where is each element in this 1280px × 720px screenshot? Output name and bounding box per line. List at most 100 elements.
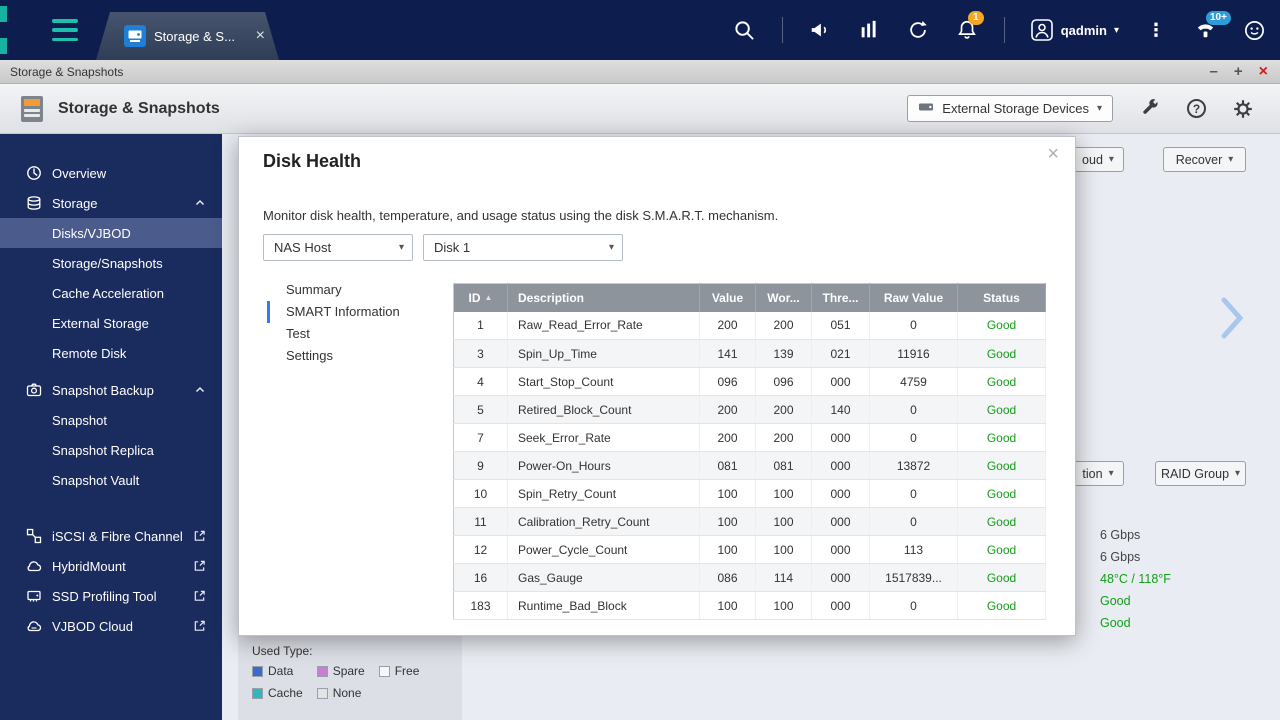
smart-table-row[interactable]: 9Power-On_Hours08108100013872Good <box>454 452 1046 480</box>
sidebar-item-ssd-profiling-tool[interactable]: SSD Profiling Tool <box>0 581 222 611</box>
sidebar-item-snapshot-backup[interactable]: Snapshot Backup <box>0 375 222 405</box>
column-header-id[interactable]: ID▲ <box>454 284 508 312</box>
cell-raw: 0 <box>870 508 958 536</box>
next-page-icon[interactable] <box>1220 296 1244 345</box>
sidebar-item-remote-disk[interactable]: Remote Disk <box>0 338 222 368</box>
sidebar-item-snapshot-replica[interactable]: Snapshot Replica <box>0 435 222 465</box>
dialog-tab-summary[interactable]: Summary <box>267 279 447 301</box>
external-storage-devices-button[interactable]: External Storage Devices ▾ <box>907 95 1113 122</box>
cell-desc: Spin_Up_Time <box>508 340 700 368</box>
smart-table-row[interactable]: 10Spin_Retry_Count1001000000Good <box>454 480 1046 508</box>
recover-button[interactable]: Recover ▾ <box>1163 147 1246 172</box>
dialog-description: Monitor disk health, temperature, and us… <box>263 208 778 223</box>
column-header-raw-value[interactable]: Raw Value <box>870 284 958 312</box>
disk-status-values: 6 Gbps6 Gbps48°C / 118°FGoodGood <box>1100 524 1171 634</box>
sidebar-item-overview[interactable]: Overview <box>0 158 222 188</box>
assistant-icon[interactable] <box>1242 18 1266 42</box>
screen: Storage & S... × 1 <box>0 0 1280 720</box>
disk-select[interactable]: Disk 1 ▾ <box>423 234 623 261</box>
ssd-icon <box>26 588 42 604</box>
cell-desc: Start_Stop_Count <box>508 368 700 396</box>
cell-thresh: 000 <box>812 592 870 620</box>
column-header-thre[interactable]: Thre... <box>812 284 870 312</box>
smart-table-row[interactable]: 7Seek_Error_Rate2002000000Good <box>454 424 1046 452</box>
sidebar-item-label: Snapshot Vault <box>52 473 139 488</box>
chevron-up-icon[interactable] <box>194 384 206 396</box>
smart-table-row[interactable]: 1Raw_Read_Error_Rate2002000510Good <box>454 312 1046 340</box>
maximize-icon[interactable]: + <box>1234 64 1243 79</box>
sidebar-item-disks-vjbod[interactable]: Disks/VJBOD <box>0 218 222 248</box>
cell-raw: 0 <box>870 396 958 424</box>
column-header-description[interactable]: Description <box>508 284 700 312</box>
smart-table-row[interactable]: 183Runtime_Bad_Block1001000000Good <box>454 592 1046 620</box>
main-menu-icon[interactable] <box>52 19 78 41</box>
search-icon[interactable] <box>733 18 757 42</box>
sidebar-item-snapshot[interactable]: Snapshot <box>0 405 222 435</box>
minimize-icon[interactable]: – <box>1210 64 1218 79</box>
recycle-bin-icon[interactable] <box>906 18 930 42</box>
sidebar-item-external-storage[interactable]: External Storage <box>0 308 222 338</box>
action-button-partial[interactable]: tion ▾ <box>1072 461 1124 486</box>
cell-value: 141 <box>700 340 756 368</box>
external-drive-icon <box>918 99 934 118</box>
announcement-icon[interactable] <box>808 18 832 42</box>
sidebar-item-label: Storage/Snapshots <box>52 256 163 271</box>
dialog-tab-test[interactable]: Test <box>267 323 447 345</box>
chevron-up-icon[interactable] <box>194 197 206 209</box>
smart-table-row[interactable]: 3Spin_Up_Time14113902111916Good <box>454 340 1046 368</box>
sidebar-item-storage-snapshots[interactable]: Storage/Snapshots <box>0 248 222 278</box>
cell-id: 11 <box>454 508 508 536</box>
window-close-icon[interactable]: × <box>1259 64 1268 80</box>
smart-table-row[interactable]: 11Calibration_Retry_Count1001000000Good <box>454 508 1046 536</box>
nas-host-select[interactable]: NAS Host ▾ <box>263 234 413 261</box>
cell-value: 096 <box>700 368 756 396</box>
cell-raw: 11916 <box>870 340 958 368</box>
settings-gear-icon[interactable] <box>1232 98 1254 120</box>
tools-icon[interactable] <box>1139 98 1161 120</box>
app-tab-storage-snapshots[interactable]: Storage & S... × <box>96 12 279 60</box>
brand-accent <box>0 6 7 22</box>
smart-table-row[interactable]: 4Start_Stop_Count0960960004759Good <box>454 368 1046 396</box>
column-header-value[interactable]: Value <box>700 284 756 312</box>
dialog-tab-settings[interactable]: Settings <box>267 345 447 367</box>
smart-table-row[interactable]: 5Retired_Block_Count2002001400Good <box>454 396 1046 424</box>
help-icon[interactable]: ? <box>1187 99 1206 118</box>
notifications-bell-icon[interactable]: 1 <box>955 18 979 42</box>
vjbod-cloud-button-partial[interactable]: oud ▾ <box>1072 147 1124 172</box>
sidebar-item-cache-acceleration[interactable]: Cache Acceleration <box>0 278 222 308</box>
raid-group-button[interactable]: RAID Group ▾ <box>1155 461 1246 486</box>
cell-raw: 13872 <box>870 452 958 480</box>
background-tasks-icon[interactable] <box>857 18 881 42</box>
sidebar-item-iscsi-fibre-channel[interactable]: iSCSI & Fibre Channel <box>0 521 222 551</box>
column-header-status[interactable]: Status <box>958 284 1046 312</box>
sidebar-item-label: VJBOD Cloud <box>52 619 133 634</box>
username-label: qadmin <box>1061 23 1107 38</box>
sidebar-item-snapshot-vault[interactable]: Snapshot Vault <box>0 465 222 495</box>
tab-close-icon[interactable]: × <box>256 27 265 45</box>
notification-count-badge: 1 <box>968 11 984 25</box>
column-header-wor[interactable]: Wor... <box>756 284 812 312</box>
dialog-close-icon[interactable]: × <box>1047 143 1059 166</box>
cell-worst: 139 <box>756 340 812 368</box>
cell-worst: 100 <box>756 480 812 508</box>
cell-desc: Runtime_Bad_Block <box>508 592 700 620</box>
remote-device-icon[interactable]: 10+ <box>1193 18 1217 42</box>
smart-table-row[interactable]: 16Gas_Gauge0861140001517839...Good <box>454 564 1046 592</box>
cell-raw: 113 <box>870 536 958 564</box>
more-options-icon[interactable]: ⋮ <box>1144 18 1168 42</box>
sidebar-item-vjbod-cloud[interactable]: VJBOD Cloud <box>0 611 222 641</box>
cell-worst: 100 <box>756 592 812 620</box>
cell-id: 1 <box>454 312 508 340</box>
smart-table-row[interactable]: 12Power_Cycle_Count100100000113Good <box>454 536 1046 564</box>
hybridmount-icon <box>26 558 42 574</box>
chevron-down-icon: ▾ <box>1228 154 1233 165</box>
dialog-tab-smart-information[interactable]: SMART Information <box>267 301 447 323</box>
sidebar-item-storage[interactable]: Storage <box>0 188 222 218</box>
overview-icon <box>26 165 42 181</box>
cell-id: 10 <box>454 480 508 508</box>
brand-accent <box>0 38 7 54</box>
sidebar-item-hybridmount[interactable]: HybridMount <box>0 551 222 581</box>
cell-value: 200 <box>700 312 756 340</box>
user-menu[interactable]: qadmin ▾ <box>1030 18 1119 42</box>
dialog-nav: SummarySMART InformationTestSettings <box>267 279 447 367</box>
